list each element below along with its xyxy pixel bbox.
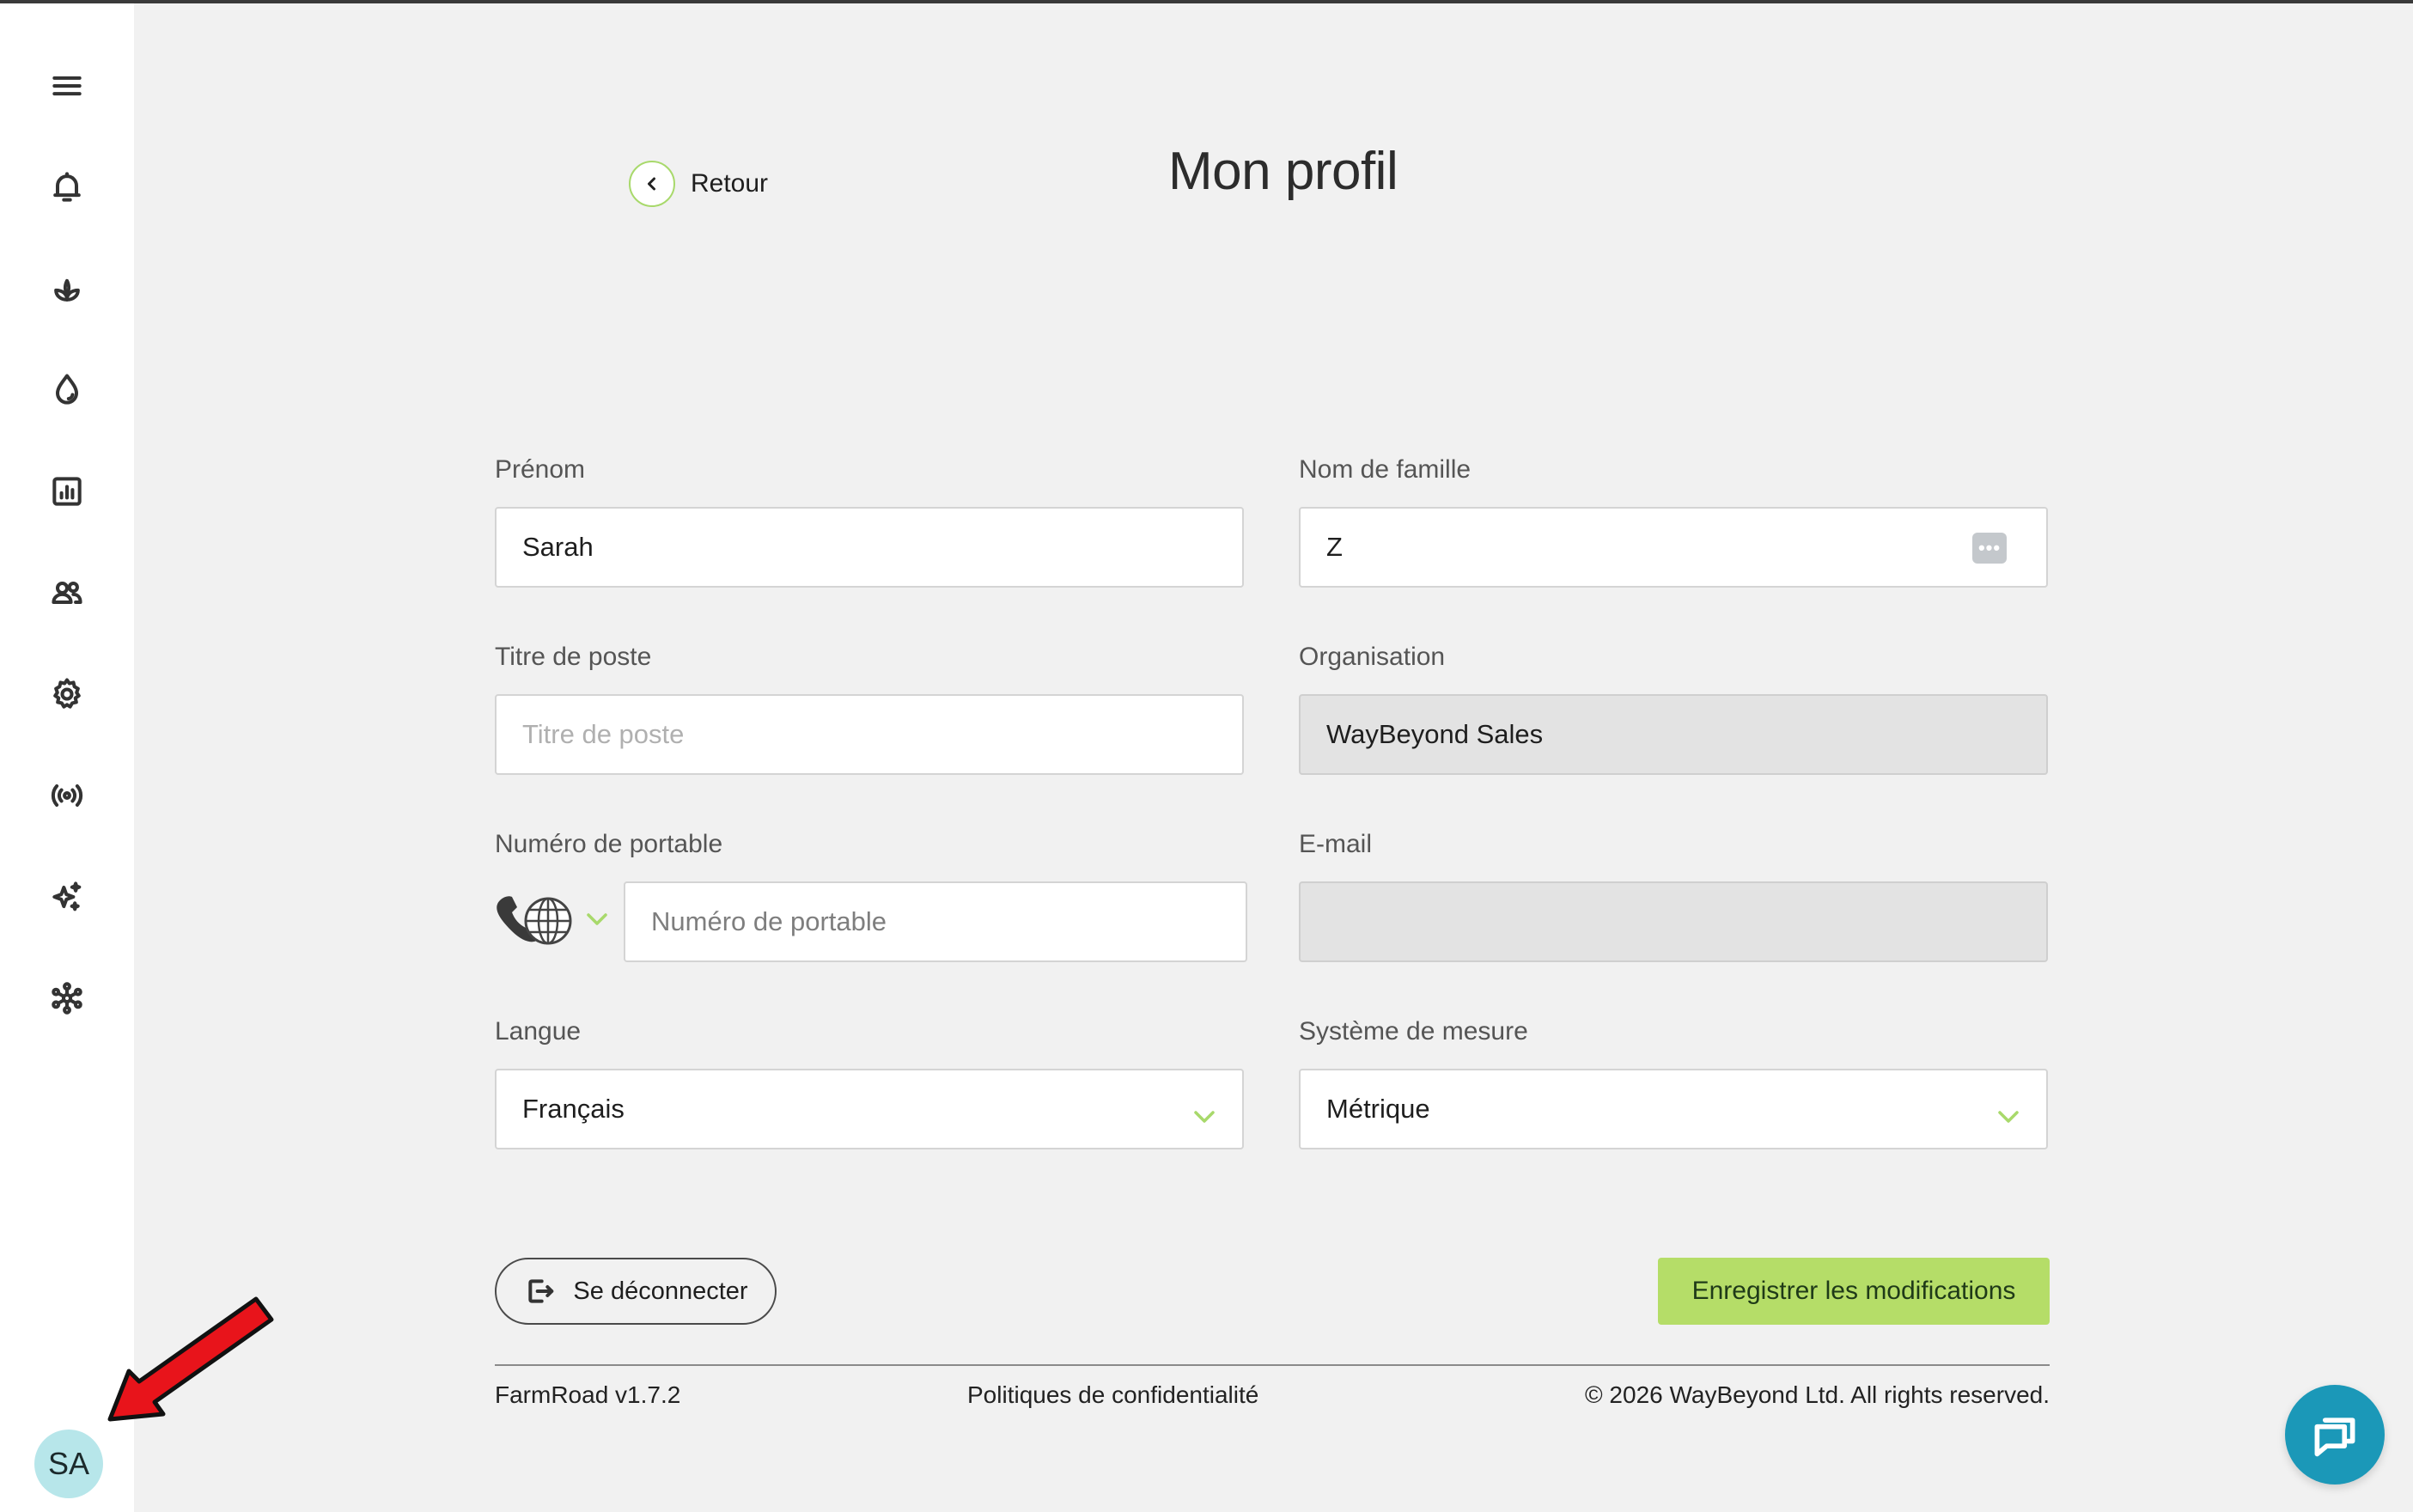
mobile-label: Numéro de portable (495, 830, 723, 858)
chevron-down-icon (1192, 1101, 1216, 1123)
menu-icon[interactable] (41, 60, 93, 112)
language-value: Français (522, 1094, 625, 1124)
language-label: Langue (495, 1017, 582, 1046)
password-manager-icon[interactable]: ••• (1972, 533, 2007, 564)
privacy-link[interactable]: Politiques de confidentialité (967, 1381, 1258, 1409)
job-title-placeholder: Titre de poste (522, 719, 685, 749)
last-name-value: Z (1326, 532, 1343, 562)
app-version: FarmRoad v1.7.2 (495, 1381, 681, 1408)
chevron-down-icon (1996, 1101, 2020, 1123)
save-button[interactable]: Enregistrer les modifications (1658, 1258, 2050, 1325)
back-button[interactable]: Retour (629, 158, 768, 210)
back-label: Retour (691, 169, 769, 198)
logout-icon (528, 1279, 554, 1303)
logout-button[interactable]: Se déconnecter (495, 1258, 777, 1325)
mobile-field[interactable]: Numéro de portable (624, 881, 1247, 962)
measure-system-select[interactable]: Métrique (1299, 1069, 2048, 1149)
first-name-label: Prénom (495, 455, 586, 484)
last-name-field[interactable]: Z ••• (1299, 507, 2048, 588)
first-name-value: Sarah (522, 532, 594, 562)
language-select[interactable]: Français (495, 1069, 1244, 1149)
chat-icon (2314, 1418, 2355, 1457)
chevron-down-icon (587, 913, 607, 925)
measure-system-value: Métrique (1326, 1094, 1430, 1124)
job-title-field[interactable]: Titre de poste (495, 694, 1244, 775)
phone-globe-icon (497, 896, 572, 945)
user-avatar[interactable]: SA (34, 1430, 103, 1498)
copyright: © 2026 WayBeyond Ltd. All rights reserve… (1585, 1381, 2050, 1408)
chevron-left-icon (629, 161, 675, 207)
users-icon[interactable] (41, 567, 93, 619)
country-code-selector[interactable] (493, 885, 622, 954)
gear-icon[interactable] (41, 668, 93, 720)
footer-divider (495, 1364, 2050, 1366)
logout-label: Se déconnecter (573, 1277, 748, 1305)
email-label: E-mail (1299, 830, 1373, 858)
sparkles-icon[interactable] (41, 871, 93, 923)
report-chart-icon[interactable] (41, 466, 93, 517)
top-border (0, 0, 2413, 3)
organisation-field: WayBeyond Sales (1299, 694, 2048, 775)
email-field (1299, 881, 2048, 962)
broadcast-icon[interactable] (41, 770, 93, 821)
measure-system-label: Système de mesure (1299, 1017, 1528, 1046)
organisation-value: WayBeyond Sales (1326, 719, 1544, 749)
mobile-placeholder: Numéro de portable (651, 906, 887, 936)
sidebar: SA (0, 3, 134, 1512)
job-title-label: Titre de poste (495, 643, 652, 671)
red-arrow-annotation (107, 1296, 274, 1422)
organisation-label: Organisation (1299, 643, 1446, 671)
bell-icon[interactable] (41, 162, 93, 213)
chat-button[interactable] (2285, 1385, 2385, 1485)
plant-icon[interactable] (41, 263, 93, 314)
water-drop-icon[interactable] (41, 364, 93, 416)
network-icon[interactable] (41, 972, 93, 1024)
first-name-field[interactable]: Sarah (495, 507, 1244, 588)
last-name-label: Nom de famille (1299, 455, 1472, 484)
page-title: Mon profil (1168, 142, 1398, 201)
